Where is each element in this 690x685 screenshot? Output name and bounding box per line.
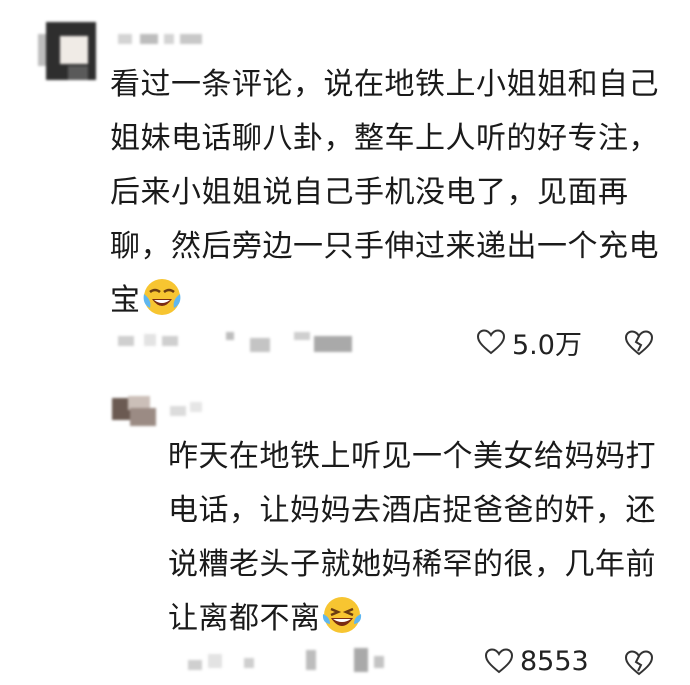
reply-text: 昨天在地铁上听见一个美女给妈妈打电话，让妈妈去酒店捉爸爸的奸，还说糟老头子就她妈… [168,439,656,636]
like-count: 5.0万 [512,329,582,361]
broken-heart-icon [624,650,654,676]
username-redacted[interactable] [118,30,208,48]
reply-like-button[interactable]: 8553 [484,644,589,678]
reply-meta-redacted [188,646,418,674]
avatar[interactable] [38,22,108,82]
broken-heart-icon [624,330,654,356]
reply-dislike-button[interactable] [624,646,654,680]
heart-icon [476,329,506,355]
like-button[interactable]: 5.0万 [476,325,582,361]
crying-laughing-emoji [143,279,180,315]
dislike-button[interactable] [624,326,654,360]
comment-text: 看过一条评论，说在地铁上小姐姐和自己姐妹电话聊八卦，整车上人听的好专注，后来小姐… [110,67,659,318]
reply-username-redacted[interactable] [170,400,230,420]
comment-meta-redacted [118,330,378,352]
like-count: 8553 [520,645,589,677]
laughing-tears-emoji [322,597,361,633]
heart-icon [484,648,514,674]
reply-avatar[interactable] [112,396,158,426]
